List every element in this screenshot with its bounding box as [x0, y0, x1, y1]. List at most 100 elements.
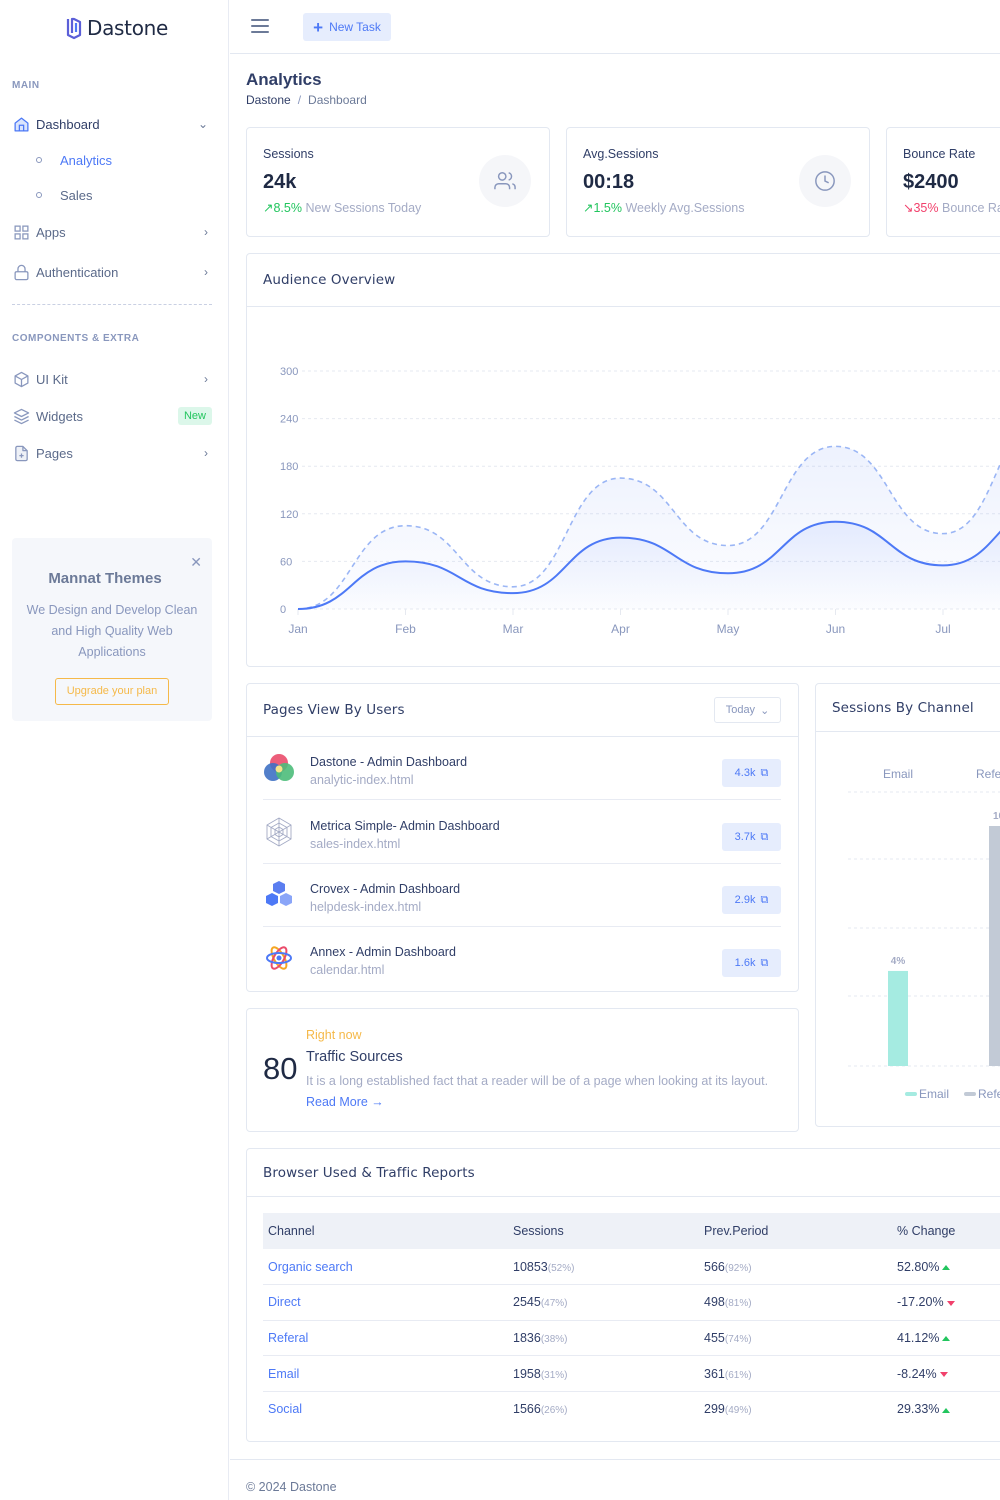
- list-item[interactable]: Crovex - Admin Dashboard helpdesk-index.…: [263, 865, 781, 927]
- sessions-pct: (52%): [547, 1262, 575, 1274]
- read-more-link[interactable]: Read More →: [306, 1095, 384, 1109]
- plus-icon: +: [313, 17, 324, 37]
- prev-period-cell: 299(49%): [699, 1391, 892, 1427]
- channel-link[interactable]: Social: [268, 1402, 302, 1416]
- sidebar-divider: [12, 304, 212, 305]
- traffic-reports-card: Browser Used & Traffic Reports Channel S…: [246, 1148, 1000, 1442]
- sidebar-item-apps[interactable]: Apps ›: [12, 220, 212, 244]
- promo-card: ✕ Mannat Themes We Design and Develop Cl…: [12, 538, 212, 721]
- promo-text: We Design and Develop Clean and High Qua…: [26, 603, 198, 659]
- y-tick-label: 300: [280, 366, 298, 378]
- prev-value: 498: [704, 1295, 725, 1310]
- prev-pct: (81%): [724, 1298, 752, 1310]
- traffic-number: 80: [263, 1051, 298, 1086]
- dropdown-value: Today: [725, 704, 756, 716]
- views-badge[interactable]: 4.3k ⧉: [722, 759, 781, 787]
- clock-icon: [799, 155, 851, 207]
- change-cell: 52.80%: [892, 1249, 1000, 1286]
- x-tick-label: Jan: [288, 622, 307, 636]
- sessions-cell: 1566(26%): [508, 1391, 699, 1427]
- upgrade-plan-button[interactable]: Upgrade your plan: [55, 678, 169, 705]
- sidebar-item-widgets[interactable]: Widgets New: [12, 404, 212, 428]
- sidebar-item-authentication[interactable]: Authentication ›: [12, 260, 212, 284]
- x-tick-label: Jul: [935, 622, 950, 636]
- sidebar-item-label: UI Kit: [36, 371, 68, 387]
- change-value: -17.20%: [897, 1295, 944, 1310]
- y-tick-label: 120: [280, 509, 298, 521]
- sidebar-item-pages[interactable]: Pages ›: [12, 441, 212, 465]
- new-task-button[interactable]: + New Task: [303, 13, 391, 41]
- stat-note: New Sessions Today: [305, 201, 422, 215]
- change-cell: 41.12%: [892, 1320, 1000, 1357]
- table-row: Organic search 10853(52%) 566(92%) 52.80%: [263, 1249, 1000, 1286]
- trend-up-icon: ↗: [263, 201, 274, 215]
- channel-chart: Email Refe 4% 10. Email Refe: [848, 767, 1000, 1101]
- sidebar-item-ui-kit[interactable]: UI Kit ›: [12, 367, 212, 391]
- channel-link[interactable]: Referal: [268, 1331, 308, 1345]
- sessions-cell: 10853(52%): [508, 1249, 699, 1286]
- web-logo-icon: [266, 817, 292, 847]
- breadcrumb-item[interactable]: Dastone: [246, 93, 291, 107]
- channel-link[interactable]: Email: [268, 1367, 299, 1381]
- sidebar: Dastone MAIN Dashboard ⌄ Analytics Sales…: [0, 0, 229, 1500]
- column-label: Refe: [976, 767, 1000, 781]
- sessions-cell: 1836(38%): [508, 1320, 699, 1357]
- x-tick-label: May: [717, 622, 740, 636]
- topbar: + New Task: [230, 0, 1000, 54]
- sessions-cell: 2545(47%): [508, 1284, 699, 1321]
- sessions-pct: (38%): [540, 1333, 568, 1345]
- table-row: Referal 1836(38%) 455(74%) 41.12%: [263, 1320, 1000, 1357]
- views-badge[interactable]: 3.7k ⧉: [722, 823, 781, 851]
- bar-label: 10.: [993, 811, 1000, 822]
- prev-period-cell: 498(81%): [699, 1284, 892, 1321]
- traffic-sources-card: 80 Right now Traffic Sources It is a lon…: [246, 1008, 799, 1132]
- page-title-text: Annex - Admin Dashboard: [310, 945, 456, 959]
- channel-link[interactable]: Organic search: [268, 1260, 353, 1274]
- change-cell: -8.24%: [892, 1355, 1000, 1392]
- logo-icon: [66, 17, 82, 40]
- channel-cell: Email: [263, 1355, 508, 1392]
- new-badge: New: [177, 407, 212, 425]
- list-item[interactable]: Dastone - Admin Dashboard analytic-index…: [263, 738, 781, 800]
- close-icon[interactable]: ✕: [190, 554, 202, 571]
- card-title: Sessions By Channel: [816, 684, 1000, 732]
- caret-up-icon: [942, 1407, 951, 1413]
- stat-label: Avg.Sessions: [583, 147, 659, 161]
- users-icon: [479, 155, 531, 207]
- page-file: helpdesk-index.html: [310, 900, 422, 914]
- sidebar-subitem-analytics[interactable]: Analytics: [36, 149, 112, 171]
- traffic-kicker: Right now: [306, 1028, 362, 1042]
- traffic-text: It is a long established fact that a rea…: [306, 1074, 769, 1088]
- traffic-title: Traffic Sources: [306, 1049, 403, 1065]
- period-dropdown[interactable]: Today ⌄: [714, 697, 781, 723]
- prev-period-cell: 455(74%): [699, 1320, 892, 1357]
- change-cell: 29.33%: [892, 1391, 1000, 1427]
- views-badge[interactable]: 1.6k ⧉: [722, 949, 781, 977]
- stat-card-avg-sessions: Avg.Sessions 00:18 ↗1.5% Weekly Avg.Sess…: [566, 127, 870, 237]
- prev-pct: (61%): [724, 1369, 752, 1381]
- column-header: Sessions: [508, 1213, 699, 1249]
- views-badge[interactable]: 2.9k ⧉: [722, 886, 781, 914]
- prev-value: 566: [704, 1259, 725, 1274]
- stat-card-sessions: Sessions 24k ↗8.5% New Sessions Today: [246, 127, 550, 237]
- sessions-value: 1836: [513, 1330, 541, 1345]
- column-label: Email: [883, 767, 913, 781]
- file-plus-icon: [12, 444, 30, 462]
- list-item[interactable]: Annex - Admin Dashboard calendar.html 1.…: [263, 928, 781, 990]
- stat-value: 00:18: [583, 171, 635, 193]
- sidebar-item-dashboard[interactable]: Dashboard ⌄: [12, 112, 212, 136]
- page-title-text: Crovex - Admin Dashboard: [310, 882, 461, 896]
- list-item[interactable]: Metrica Simple- Admin Dashboard sales-in…: [263, 802, 781, 864]
- card-title: Browser Used & Traffic Reports: [247, 1149, 1000, 1197]
- external-link-icon: ⧉: [760, 766, 769, 779]
- stat-change-value: 1.5%: [593, 201, 622, 215]
- channel-link[interactable]: Direct: [268, 1295, 301, 1309]
- menu-toggle-icon[interactable]: [251, 19, 269, 33]
- new-task-label: New Task: [329, 20, 381, 34]
- box-icon: [12, 370, 30, 388]
- prev-pct: (74%): [724, 1333, 752, 1345]
- brand-logo[interactable]: Dastone: [64, 14, 168, 42]
- sidebar-subitem-sales[interactable]: Sales: [36, 184, 93, 206]
- trend-down-icon: ↘: [903, 201, 914, 215]
- views-count: 2.9k: [734, 894, 756, 906]
